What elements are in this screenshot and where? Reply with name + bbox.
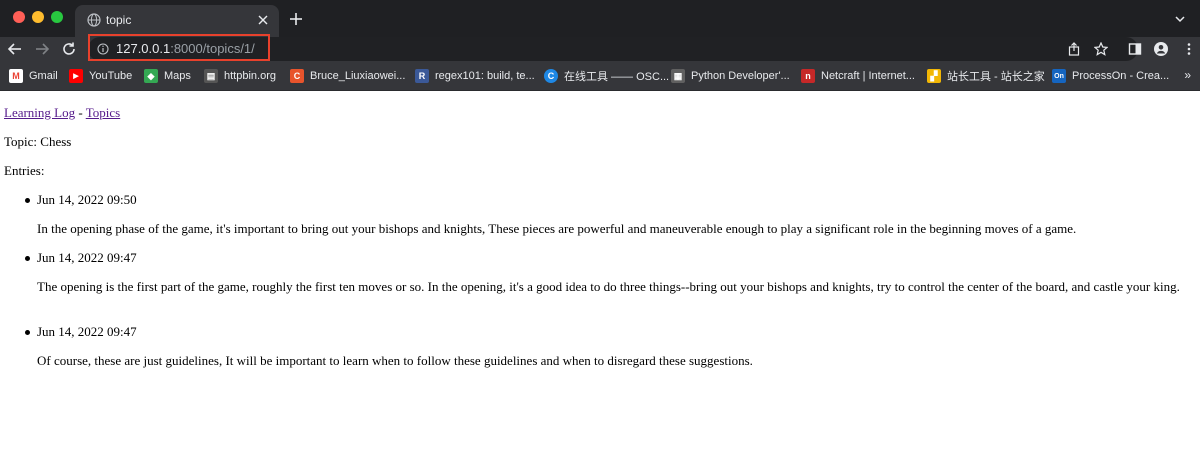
entry-date: Jun 14, 2022 09:50 [37, 192, 137, 207]
processon-icon: On [1052, 69, 1066, 83]
star-icon[interactable] [1094, 42, 1108, 56]
list-bullet [25, 198, 30, 203]
entry-date: Jun 14, 2022 09:47 [37, 250, 137, 265]
browser-tab[interactable]: topic [75, 5, 279, 37]
bookmark-label: httpbin.org [224, 70, 276, 82]
share-icon[interactable] [1067, 42, 1081, 56]
forward-arrow-icon[interactable] [34, 41, 50, 57]
entries-label: Entries: [4, 163, 45, 178]
csdn-icon: C [290, 69, 304, 83]
tab-strip: topic [0, 0, 1200, 37]
bookmark-label: Bruce_Liuxiaowei... [310, 70, 406, 82]
entry-text: In the opening phase of the game, it's i… [37, 221, 1077, 236]
chinaz-icon: ▞ [927, 69, 941, 83]
reload-icon[interactable] [61, 41, 77, 57]
topic-heading: Topic: Chess [4, 134, 72, 149]
chevron-down-icon[interactable] [1174, 13, 1186, 25]
bookmarks-overflow-button[interactable]: » [1184, 68, 1191, 82]
maps-icon: ◆ [144, 69, 158, 83]
bookmark-maps[interactable]: ◆ Maps [144, 68, 191, 84]
osc-icon: C [544, 69, 558, 83]
bookmark-python[interactable]: ▦ Python Developer'... [671, 68, 790, 84]
bookmark-label: Gmail [29, 70, 58, 82]
nav-separator: - [75, 105, 86, 120]
bookmark-httpbin[interactable]: ▤ httpbin.org [204, 68, 276, 84]
profile-avatar-icon[interactable] [1154, 42, 1168, 56]
entry-text: Of course, these are just guidelines, It… [37, 353, 753, 368]
bookmark-chinaz[interactable]: ▞ 站长工具 - 站长之家 [927, 68, 1045, 84]
bookmark-youtube[interactable]: ▶ YouTube [69, 68, 132, 84]
window-minimize-button[interactable] [32, 11, 44, 23]
regex101-icon: R [415, 69, 429, 83]
bookmark-label: ProcessOn - Crea... [1072, 70, 1170, 82]
list-bullet [25, 330, 30, 335]
bookmark-label: Netcraft | Internet... [821, 70, 915, 82]
netcraft-icon: n [801, 69, 815, 83]
topics-link[interactable]: Topics [86, 105, 120, 120]
entry-text: The opening is the first part of the gam… [37, 279, 1180, 294]
bookmark-regex101[interactable]: Rregex101: build, te... [415, 68, 535, 84]
tab-title: topic [106, 13, 132, 27]
url-highlight-box [88, 34, 270, 61]
bookmark-gmail[interactable]: M Gmail [9, 68, 58, 84]
learning-log-link[interactable]: Learning Log [4, 105, 75, 120]
bookmark-osc[interactable]: C 在线工具 —— OSC... [544, 68, 669, 84]
bookmark-processon[interactable]: On ProcessOn - Crea... [1052, 68, 1169, 84]
bookmark-netcraft[interactable]: n Netcraft | Internet... [801, 68, 915, 84]
bookmarks-bar: M Gmail ▶ YouTube ◆ Maps ▤ httpbin.org C Bruc… [0, 62, 1200, 91]
bookmark-label: 站长工具 - 站长之家 [947, 71, 1045, 83]
back-arrow-icon[interactable] [7, 41, 23, 57]
youtube-icon: ▶ [69, 69, 83, 83]
bookmark-label: YouTube [89, 70, 133, 82]
python-icon: ▦ [671, 69, 685, 83]
bookmark-label: Python Developer'... [691, 70, 790, 82]
window-close-button[interactable] [13, 11, 25, 23]
entry-date: Jun 14, 2022 09:47 [37, 324, 137, 339]
list-bullet [25, 256, 30, 261]
bookmark-label: Maps [164, 70, 191, 82]
gmail-icon: M [9, 69, 23, 83]
side-panel-icon[interactable] [1128, 42, 1142, 56]
close-icon[interactable] [256, 13, 270, 27]
site-nav: Learning Log - Topics [4, 105, 120, 121]
httpbin-icon: ▤ [204, 69, 218, 83]
new-tab-plus-icon[interactable] [289, 12, 303, 26]
page-content: Learning Log - Topics Topic: Chess Entri… [0, 91, 1200, 456]
bookmark-label: regex101: build, te... [435, 70, 535, 82]
globe-icon [87, 13, 101, 27]
bookmark-csdn[interactable]: C Bruce_Liuxiaowei... [290, 68, 405, 84]
bookmark-label: 在线工具 —— OSC... [564, 71, 670, 83]
menu-dots-icon[interactable] [1182, 42, 1196, 56]
window-maximize-button[interactable] [51, 11, 63, 23]
